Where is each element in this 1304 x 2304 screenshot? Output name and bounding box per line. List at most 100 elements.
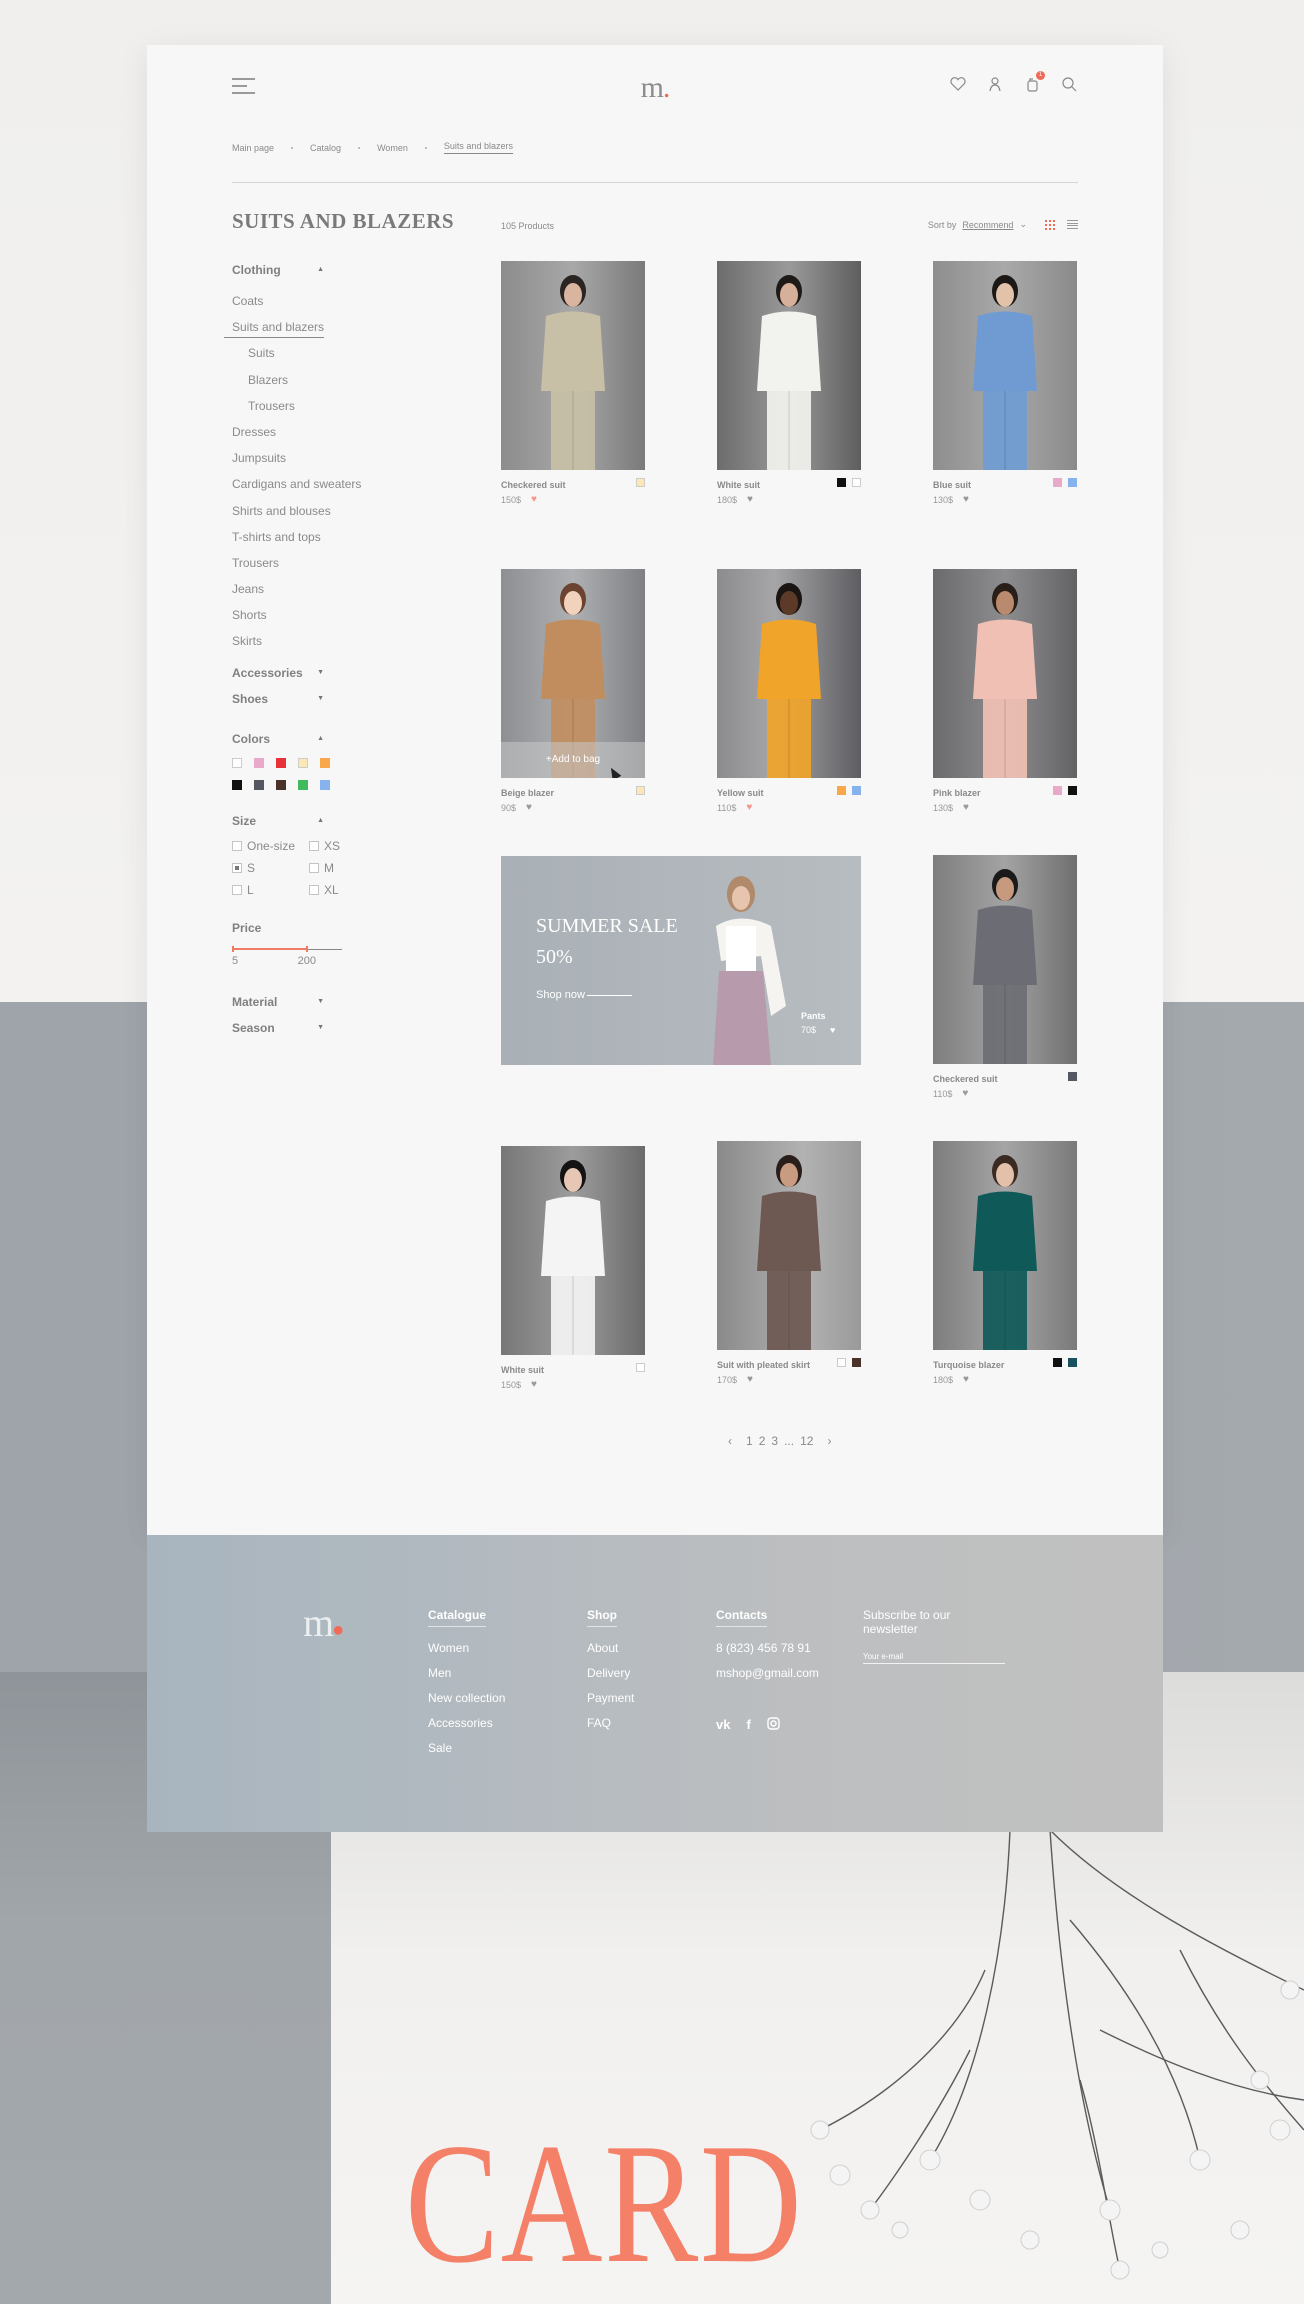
footer-logo[interactable]: m● xyxy=(303,1599,344,1646)
heart-icon[interactable]: ♥ xyxy=(531,494,537,505)
page-2[interactable]: 2 xyxy=(759,1434,766,1448)
product-image[interactable] xyxy=(933,1141,1077,1350)
category-item[interactable]: Suits and blazers xyxy=(224,319,392,345)
product-name[interactable]: Checkered suit xyxy=(933,1074,1077,1084)
footer-link-faq[interactable]: FAQ xyxy=(587,1716,634,1741)
filter-accessories-toggle[interactable]: Accessories ▼ xyxy=(232,666,324,682)
category-item[interactable]: Coats xyxy=(232,293,392,319)
footer-link-women[interactable]: Women xyxy=(428,1641,505,1666)
filter-season-toggle[interactable]: Season ▼ xyxy=(232,1021,324,1037)
bag-icon[interactable]: 1 xyxy=(1023,71,1045,95)
checkbox[interactable] xyxy=(309,884,319,895)
checkbox[interactable] xyxy=(309,840,319,851)
color-swatch[interactable] xyxy=(298,757,308,768)
heart-icon[interactable]: ♥ xyxy=(962,1088,968,1099)
heart-icon[interactable]: ♥ xyxy=(531,1379,537,1390)
category-item[interactable]: Jumpsuits xyxy=(232,450,392,476)
color-option[interactable] xyxy=(1053,478,1062,487)
filter-material-toggle[interactable]: Material ▼ xyxy=(232,995,324,1011)
product-card[interactable]: Suit with pleated skirt 170$ ♥ xyxy=(717,1141,861,1390)
footer-phone[interactable]: 8 (823) 456 78 91 xyxy=(716,1641,819,1666)
checkbox[interactable] xyxy=(232,884,242,895)
menu-icon[interactable] xyxy=(232,78,255,94)
summer-sale-banner[interactable]: SUMMER SALE 50% Shop now Pants 70$ ♥ xyxy=(501,856,861,1065)
chevron-down-icon[interactable]: ⌄ xyxy=(1019,219,1027,230)
footer-link-accessories[interactable]: Accessories xyxy=(428,1716,505,1741)
product-image[interactable] xyxy=(501,1146,645,1355)
page-3[interactable]: 3 xyxy=(771,1434,778,1448)
price-max-handle[interactable] xyxy=(306,945,308,952)
next-page-button[interactable]: › xyxy=(827,1434,831,1448)
footer-email[interactable]: mshop@gmail.com xyxy=(716,1666,819,1691)
size-option[interactable]: One-size xyxy=(232,839,309,853)
heart-icon[interactable]: ♥ xyxy=(963,802,969,813)
breadcrumb-main-page[interactable]: Main page xyxy=(232,143,274,153)
footer-link-new-collection[interactable]: New collection xyxy=(428,1691,505,1716)
color-swatch[interactable] xyxy=(254,779,264,790)
category-item[interactable]: Trousers xyxy=(232,398,392,424)
newsletter-email-input[interactable] xyxy=(863,1650,1005,1664)
facebook-icon[interactable]: f xyxy=(746,1717,750,1733)
size-option[interactable]: S xyxy=(232,861,309,875)
color-option[interactable] xyxy=(1068,786,1077,795)
filter-shoes-toggle[interactable]: Shoes ▼ xyxy=(232,692,324,708)
product-image[interactable] xyxy=(717,261,861,470)
category-item[interactable]: Trousers xyxy=(232,555,392,581)
color-option[interactable] xyxy=(852,478,861,487)
price-range-slider[interactable] xyxy=(232,945,342,955)
vk-icon[interactable]: vk xyxy=(716,1717,730,1733)
color-swatch[interactable] xyxy=(232,757,242,768)
product-image[interactable] xyxy=(933,855,1077,1064)
product-image[interactable] xyxy=(933,569,1077,778)
grid-view-icon[interactable] xyxy=(1045,219,1055,230)
color-option[interactable] xyxy=(837,786,846,795)
color-swatch[interactable] xyxy=(298,779,308,790)
search-icon[interactable] xyxy=(1060,75,1078,95)
shop-now-link[interactable]: Shop now xyxy=(536,989,632,1001)
add-to-bag-button[interactable]: +Add to bag xyxy=(501,742,645,778)
color-option[interactable] xyxy=(1068,1072,1077,1081)
product-card[interactable]: +Add to bag Beige blazer 90$ ♥ xyxy=(501,569,645,818)
site-logo[interactable]: m. xyxy=(641,71,671,105)
heart-icon[interactable] xyxy=(949,75,967,95)
color-option[interactable] xyxy=(636,478,645,487)
breadcrumb-women[interactable]: Women xyxy=(377,143,408,153)
page-12[interactable]: 12 xyxy=(800,1434,813,1448)
page-1[interactable]: 1 xyxy=(746,1434,753,1448)
color-option[interactable] xyxy=(852,786,861,795)
product-card[interactable]: Checkered suit 110$ ♥ xyxy=(933,855,1077,1104)
color-swatch[interactable] xyxy=(254,757,264,768)
product-card[interactable]: Blue suit 130$ ♥ xyxy=(933,261,1077,510)
category-item[interactable]: Blazers xyxy=(232,372,392,398)
category-item[interactable]: Skirts xyxy=(232,633,392,659)
size-option[interactable]: XS xyxy=(309,839,369,853)
product-card[interactable]: Pink blazer 130$ ♥ xyxy=(933,569,1077,818)
category-item[interactable]: Cardigans and sweaters xyxy=(232,476,392,502)
color-swatch[interactable] xyxy=(232,779,242,790)
size-option[interactable]: XL xyxy=(309,883,369,897)
product-card[interactable]: Turquoise blazer 180$ ♥ xyxy=(933,1141,1077,1390)
checkbox[interactable] xyxy=(232,840,242,851)
color-option[interactable] xyxy=(1053,1358,1062,1367)
product-image[interactable] xyxy=(501,261,645,470)
color-swatch[interactable] xyxy=(276,779,286,790)
color-option[interactable] xyxy=(636,786,645,795)
product-name[interactable]: White suit xyxy=(501,1365,645,1375)
heart-icon[interactable]: ♥ xyxy=(830,1025,835,1035)
footer-link-men[interactable]: Men xyxy=(428,1666,505,1691)
product-image[interactable]: +Add to bag xyxy=(501,569,645,778)
color-option[interactable] xyxy=(1068,1358,1077,1367)
footer-link-about[interactable]: About xyxy=(587,1641,634,1666)
product-card[interactable]: Yellow suit 110$ ♥ xyxy=(717,569,861,818)
category-item[interactable]: Shorts xyxy=(232,607,392,633)
color-option[interactable] xyxy=(837,478,846,487)
prev-page-button[interactable]: ‹ xyxy=(728,1434,732,1448)
color-swatch[interactable] xyxy=(320,779,330,790)
product-card[interactable]: White suit 180$ ♥ xyxy=(717,261,861,510)
color-option[interactable] xyxy=(636,1363,645,1372)
size-option[interactable]: L xyxy=(232,883,309,897)
product-image[interactable] xyxy=(717,569,861,778)
sort-dropdown[interactable]: Recommend xyxy=(962,220,1013,230)
category-item[interactable]: T-shirts and tops xyxy=(232,529,392,555)
heart-icon[interactable]: ♥ xyxy=(746,802,752,813)
